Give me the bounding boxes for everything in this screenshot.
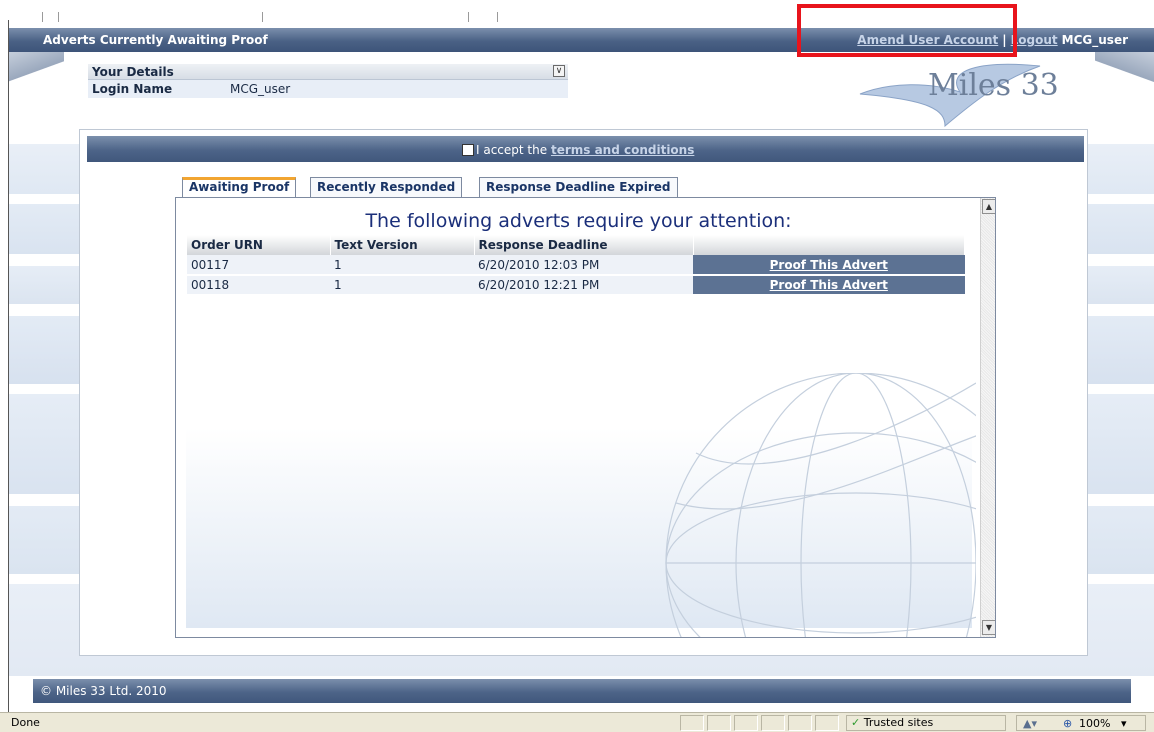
user-details-header: Your Details ∨	[88, 64, 568, 80]
order-urn-cell: 00117	[187, 255, 330, 276]
tab-recently-responded[interactable]: Recently Responded	[310, 177, 463, 198]
security-zone: ✓ Trusted sites	[846, 715, 1006, 731]
status-pane	[815, 715, 839, 731]
terms-checkbox[interactable]	[462, 144, 474, 156]
scroll-down-icon[interactable]: ▼	[982, 620, 995, 635]
status-pane	[788, 715, 812, 731]
header-wing-left	[9, 52, 64, 90]
logout-link[interactable]: Logout	[1011, 33, 1058, 47]
terms-link[interactable]: terms and conditions	[551, 143, 694, 157]
scroll-up-icon[interactable]: ▲	[982, 199, 995, 214]
current-username: MCG_user	[1061, 33, 1128, 47]
checkmark-icon: ✓	[851, 716, 861, 729]
login-name-label: Login Name	[92, 82, 173, 96]
divider	[58, 12, 59, 22]
table-row: 00118 1 6/20/2010 12:21 PM Proof This Ad…	[187, 275, 965, 296]
logo-text: Miles 33	[928, 68, 1059, 103]
tab-response-deadline-expired[interactable]: Response Deadline Expired	[479, 177, 678, 198]
globe-watermark-icon	[665, 373, 976, 637]
column-header-order-urn: Order URN	[187, 235, 331, 255]
browser-status-bar: Done ✓ Trusted sites ▲▾ ⊕ 100% ▾	[0, 712, 1154, 732]
highlight-box	[797, 4, 1017, 57]
protected-mode-icon[interactable]: ▲▾	[1023, 717, 1037, 730]
action-cell: Proof This Advert	[693, 275, 965, 296]
attention-heading: The following adverts require your atten…	[365, 210, 792, 232]
status-pane	[680, 715, 704, 731]
vertical-scrollbar[interactable]: ▲ ▼	[980, 198, 995, 637]
proof-this-advert-button[interactable]: Proof This Advert	[770, 278, 888, 292]
terms-acceptance: I accept the terms and conditions	[462, 143, 694, 157]
divider	[262, 12, 263, 22]
divider	[497, 12, 498, 22]
text-version-cell: 1	[330, 275, 474, 296]
user-details-panel: Your Details ∨ Login Name MCG_user	[88, 64, 568, 98]
divider	[42, 12, 43, 22]
proof-this-advert-button[interactable]: Proof This Advert	[770, 258, 888, 272]
status-pane	[761, 715, 785, 731]
login-name-row: Login Name MCG_user	[88, 80, 568, 98]
order-urn-cell: 00118	[187, 275, 330, 296]
column-header-action	[693, 235, 965, 255]
user-details-heading: Your Details	[92, 65, 174, 79]
status-pane	[734, 715, 758, 731]
text-version-cell: 1	[330, 255, 474, 276]
response-deadline-cell: 6/20/2010 12:21 PM	[474, 275, 693, 296]
status-text: Done	[11, 716, 40, 729]
column-header-response-deadline: Response Deadline	[474, 235, 694, 255]
tab-content: The following adverts require your atten…	[175, 197, 996, 638]
copyright-text: © Miles 33 Ltd. 2010	[40, 684, 167, 698]
zoom-dropdown-icon[interactable]: ▾	[1121, 717, 1127, 730]
zoom-controls: ▲▾ ⊕ 100% ▾	[1016, 715, 1146, 731]
collapse-icon[interactable]: ∨	[553, 65, 565, 77]
table-header-row: Order URN Text Version Response Deadline	[187, 235, 965, 255]
page-title: Adverts Currently Awaiting Proof	[43, 33, 268, 47]
status-pane	[707, 715, 731, 731]
security-zone-label: Trusted sites	[863, 716, 934, 729]
header-wing-right	[1095, 52, 1154, 90]
column-header-text-version: Text Version	[330, 235, 475, 255]
tab-awaiting-proof[interactable]: Awaiting Proof	[182, 177, 297, 199]
page-footer: © Miles 33 Ltd. 2010	[33, 679, 1131, 703]
adverts-table: Order URN Text Version Response Deadline…	[187, 235, 965, 296]
action-cell: Proof This Advert	[693, 255, 965, 276]
terms-prefix: I accept the	[476, 143, 548, 157]
login-name-value: MCG_user	[230, 82, 291, 96]
zoom-icon[interactable]: ⊕	[1063, 717, 1072, 730]
divider	[468, 12, 469, 22]
zoom-level[interactable]: 100%	[1079, 717, 1110, 730]
response-deadline-cell: 6/20/2010 12:03 PM	[474, 255, 693, 276]
table-row: 00117 1 6/20/2010 12:03 PM Proof This Ad…	[187, 255, 965, 276]
